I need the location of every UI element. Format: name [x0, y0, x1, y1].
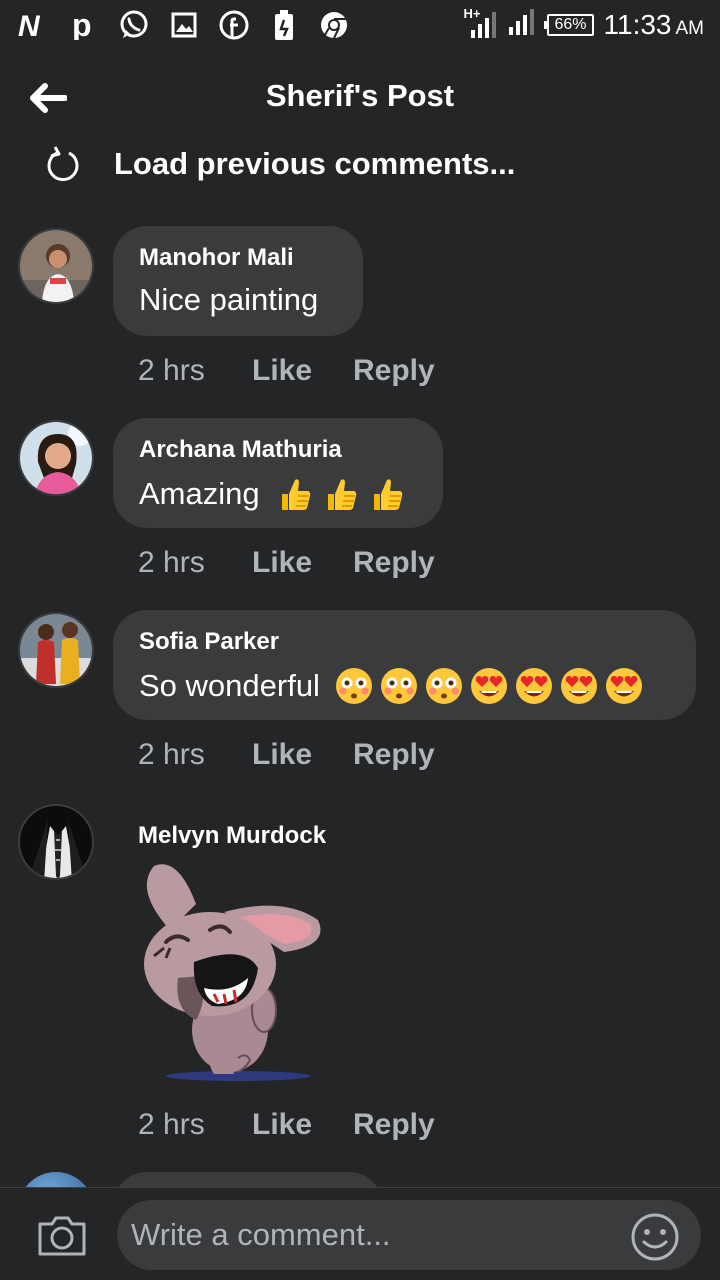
comment-text: So wonderful	[139, 666, 670, 706]
reply-button[interactable]: Reply	[353, 738, 435, 772]
comment-bubble[interactable]: Sofia Parker So wonderful	[113, 610, 696, 720]
comment-timestamp[interactable]: 2 hrs	[138, 354, 252, 388]
battery-indicator: 66%	[544, 14, 594, 36]
gallery-icon	[166, 7, 202, 43]
emoji-group	[334, 666, 644, 706]
header: Sherif's Post	[0, 60, 720, 136]
commenter-name[interactable]: Sofia Parker	[139, 628, 670, 656]
clock-time: 11:33	[603, 9, 672, 40]
reply-button[interactable]: Reply	[353, 546, 435, 580]
whatsapp-icon	[116, 7, 152, 43]
clock-ampm: AM	[675, 18, 705, 39]
comment-text-body: Nice painting	[139, 282, 319, 317]
avatar[interactable]	[18, 804, 94, 880]
like-button[interactable]: Like	[252, 546, 353, 580]
thumbs-up-emoji-icon	[327, 479, 356, 510]
status-bar: N p H+ 66% 11:33 AM	[0, 0, 720, 50]
chrome-icon	[316, 7, 352, 43]
camera-icon	[38, 1216, 86, 1256]
page-title: Sherif's Post	[265, 78, 455, 113]
signal-hplus-icon: H+	[463, 6, 497, 40]
comment-text-body: Amazing	[139, 476, 260, 511]
svg-text:N: N	[18, 10, 41, 40]
emoji-picker-button[interactable]	[628, 1210, 682, 1264]
emoji-group	[274, 474, 406, 514]
smiley-icon	[631, 1213, 679, 1261]
refresh-icon	[40, 141, 86, 187]
comment-actions: 2 hrs Like Reply	[138, 1108, 435, 1142]
heart-eyes-emoji-icon	[470, 668, 507, 704]
like-button[interactable]: Like	[252, 738, 353, 772]
netflix-icon: N	[16, 7, 52, 43]
comment-text-body: So wonderful	[139, 668, 320, 703]
comment-bubble[interactable]: Archana Mathuria Amazing	[113, 418, 443, 528]
laughing-bunny-sticker[interactable]	[134, 860, 334, 1084]
comment-input[interactable]	[117, 1200, 701, 1270]
svg-text:p: p	[72, 10, 92, 40]
clock: 11:33 AM	[604, 9, 705, 41]
battery-saver-icon	[266, 7, 302, 43]
commenter-name[interactable]: Melvyn Murdock	[138, 822, 326, 850]
comment-bubble[interactable]: Manohor Mali Nice painting	[113, 226, 363, 336]
flushed-face-emoji-icon	[335, 668, 372, 704]
notification-icons: N p	[16, 7, 352, 43]
load-previous-label: Load previous comments...	[114, 146, 516, 181]
comment-actions: 2 hrs Like Reply	[138, 738, 435, 772]
comment-composer	[0, 1187, 720, 1280]
thumbs-up-emoji-icon	[373, 479, 402, 510]
facebook-icon	[216, 7, 252, 43]
system-status: H+ 66% 11:33 AM	[463, 6, 705, 44]
reply-button[interactable]: Reply	[353, 354, 435, 388]
comment-actions: 2 hrs Like Reply	[138, 354, 435, 388]
comment-text: Amazing	[139, 474, 417, 514]
comment-timestamp[interactable]: 2 hrs	[138, 1108, 252, 1142]
like-button[interactable]: Like	[252, 1108, 353, 1142]
comment-text: Nice painting	[139, 282, 337, 318]
like-button[interactable]: Like	[252, 354, 353, 388]
comment-timestamp[interactable]: 2 hrs	[138, 738, 252, 772]
flushed-face-emoji-icon	[380, 668, 417, 704]
load-previous-comments-button[interactable]: Load previous comments...	[40, 138, 515, 190]
thumbs-up-emoji-icon	[281, 479, 310, 510]
network-type-label: H+	[463, 6, 481, 21]
heart-eyes-emoji-icon	[560, 668, 597, 704]
signal-icon	[507, 7, 537, 44]
commenter-name[interactable]: Manohor Mali	[139, 244, 337, 272]
avatar[interactable]	[18, 612, 94, 688]
comment-timestamp[interactable]: 2 hrs	[138, 546, 252, 580]
heart-eyes-emoji-icon	[605, 668, 642, 704]
comment-actions: 2 hrs Like Reply	[138, 546, 435, 580]
camera-button[interactable]	[34, 1212, 90, 1260]
commenter-name[interactable]: Archana Mathuria	[139, 436, 417, 464]
pinterest-icon: p	[66, 7, 102, 43]
reply-button[interactable]: Reply	[353, 1108, 435, 1142]
avatar[interactable]	[18, 420, 94, 496]
avatar[interactable]	[18, 228, 94, 304]
heart-eyes-emoji-icon	[515, 668, 552, 704]
flushed-face-emoji-icon	[425, 668, 462, 704]
